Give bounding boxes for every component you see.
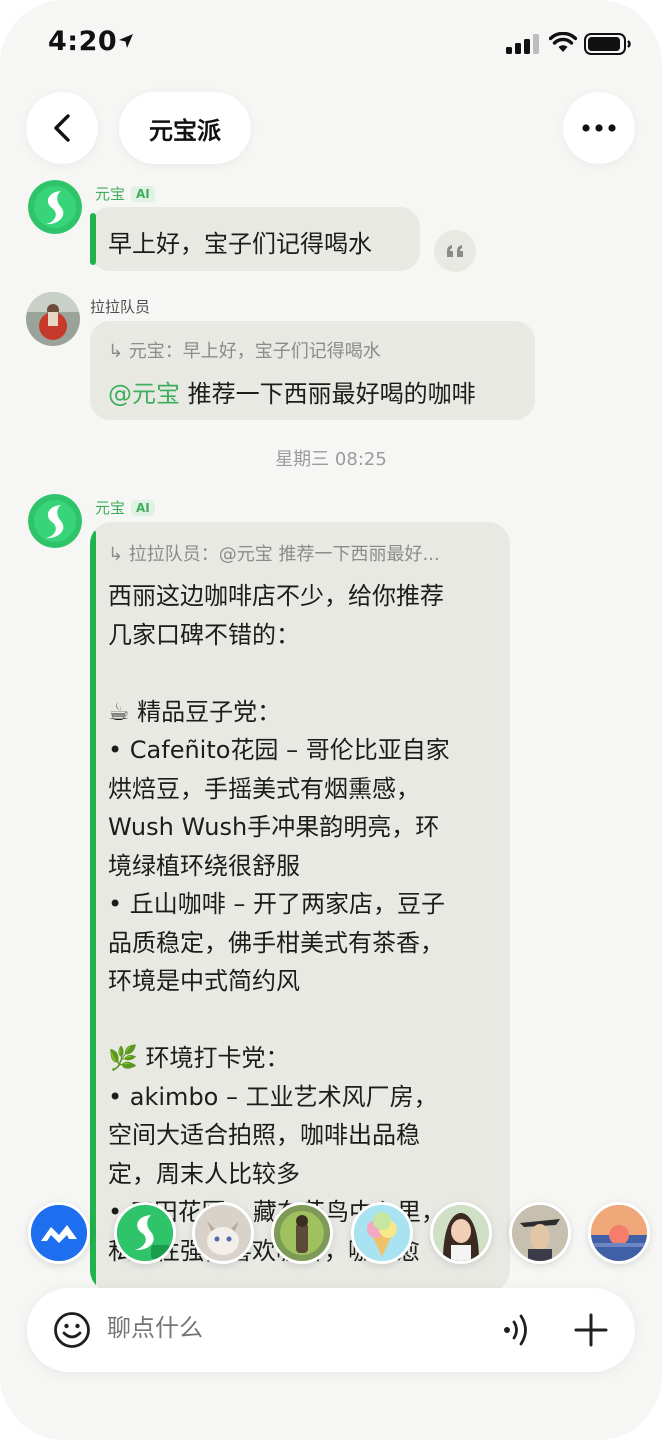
bot-avatar-blue[interactable]: [28, 1202, 90, 1264]
timestamp: 星期三 08:25: [275, 449, 387, 470]
cellular-signal-icon: [506, 34, 539, 54]
yuanbao-logo-icon: [28, 180, 82, 234]
reply-line: • Cafeñito花园 – 哥伦比亚自家: [108, 736, 450, 764]
bot-avatar-yuanbao[interactable]: [114, 1202, 176, 1264]
reply-line: 境绿植环绕很舒服: [108, 851, 300, 880]
status-bar: 4:20: [0, 0, 662, 88]
reply-text: 西丽这边咖啡店不少，给你推荐 几家口碑不错的： ☕ 精品豆子党： • Cafeñ…: [108, 577, 498, 1270]
apple-photo-icon: [274, 1205, 330, 1261]
reply-line: • akimbo – 工业艺术风厂房，: [108, 1082, 438, 1111]
battery-icon: [584, 33, 631, 55]
sender-name: 元宝 AI: [95, 183, 155, 204]
reply-line: 几家口碑不错的：: [108, 620, 300, 649]
sender-name: 拉拉队员: [90, 298, 151, 316]
user-avatar[interactable]: [26, 292, 80, 346]
yuanbao-avatar[interactable]: [28, 494, 82, 548]
yuanbao-logo-icon: [28, 494, 82, 548]
reply-line: 烘焙豆，手摇美式有烟熏感，: [108, 774, 420, 803]
bot-avatar-strip: [0, 1198, 662, 1270]
reply-line: [108, 654, 498, 693]
blue-logo-icon: [31, 1205, 87, 1261]
more-options-button[interactable]: [563, 92, 635, 164]
message-text: @元宝 推荐一下西丽最好喝的咖啡: [108, 374, 476, 409]
sender-label: 元宝: [95, 499, 126, 517]
reply-line: Wush Wush手冲果韵明亮，环: [108, 813, 440, 841]
bot-avatar-sunset[interactable]: [588, 1202, 650, 1264]
message-body: 推荐一下西丽最好喝的咖啡: [180, 380, 476, 408]
message-text: 早上好，宝子们记得喝水: [108, 230, 372, 258]
user-photo-icon: [26, 292, 80, 346]
location-arrow-icon: [119, 34, 133, 48]
wifi-icon: [549, 32, 577, 52]
accent-bar: [90, 530, 96, 1292]
quote-button[interactable]: [434, 230, 476, 272]
bot-avatar-apple[interactable]: [271, 1202, 333, 1264]
chevron-left-icon: [54, 114, 70, 142]
reply-line: 环境是中式简约风: [108, 967, 300, 995]
reply-line: • 丘山咖啡 – 开了两家店，豆子: [108, 890, 446, 918]
back-button[interactable]: [26, 92, 98, 164]
reply-line: 品质稳定，佛手柑美式有茶香，: [108, 928, 444, 957]
message-bubble[interactable]: ↳ 元宝：早上好，宝子们记得喝水 @元宝 推荐一下西丽最好喝的咖啡: [90, 321, 535, 420]
quoted-reference: ↳ 元宝：早上好，宝子们记得喝水: [108, 341, 381, 362]
chat-title[interactable]: 元宝派: [119, 92, 251, 164]
reply-line: 🌿 环境打卡党：: [108, 1044, 290, 1072]
sender-name: 元宝 AI: [95, 497, 155, 518]
mention-link[interactable]: @元宝: [108, 380, 180, 408]
message-input-bar: [27, 1288, 635, 1372]
plus-icon[interactable]: [573, 1312, 609, 1348]
bot-avatar-girl[interactable]: [430, 1202, 492, 1264]
message-bubble[interactable]: 早上好，宝子们记得喝水: [90, 207, 420, 271]
bot-avatar-icecream[interactable]: [351, 1202, 413, 1264]
quote-icon: [447, 245, 463, 257]
ai-badge: AI: [131, 185, 155, 202]
portrait-painting-icon: [512, 1205, 568, 1261]
ai-badge: AI: [131, 499, 155, 516]
message-input[interactable]: [107, 1314, 467, 1342]
reply-bubble[interactable]: ↳ 拉拉队员：@元宝 推荐一下西丽最好... 西丽这边咖啡店不少，给你推荐 几家…: [90, 522, 510, 1292]
more-dots-icon: [582, 124, 616, 132]
cat-photo-icon: [195, 1205, 251, 1261]
status-time: 4:20: [48, 26, 118, 57]
girl-photo-icon: [433, 1205, 489, 1261]
reply-line: [108, 1001, 498, 1040]
reply-line: 西丽这边咖啡店不少，给你推荐: [108, 582, 444, 610]
voice-icon[interactable]: [499, 1312, 535, 1348]
icecream-icon: [354, 1205, 410, 1261]
emoji-icon[interactable]: [53, 1311, 91, 1349]
sunset-landscape-icon: [591, 1205, 647, 1261]
sender-label: 元宝: [95, 185, 126, 203]
chat-screen: 4:20 元宝派 元宝 AI 早上好，宝子们记得喝水 拉拉队员 ↳ 元宝：早上好…: [0, 0, 662, 1440]
accent-bar: [90, 213, 96, 265]
yuanbao-logo-icon: [117, 1205, 173, 1261]
reply-line: 空间大适合拍照，咖啡出品稳: [108, 1121, 420, 1149]
quoted-reference: ↳ 拉拉队员：@元宝 推荐一下西丽最好...: [108, 544, 440, 565]
yuanbao-avatar[interactable]: [28, 180, 82, 234]
bot-avatar-portrait[interactable]: [509, 1202, 571, 1264]
reply-line: 定，周末人比较多: [108, 1159, 300, 1188]
bot-avatar-cat[interactable]: [192, 1202, 254, 1264]
reply-line: ☕ 精品豆子党：: [108, 697, 282, 726]
